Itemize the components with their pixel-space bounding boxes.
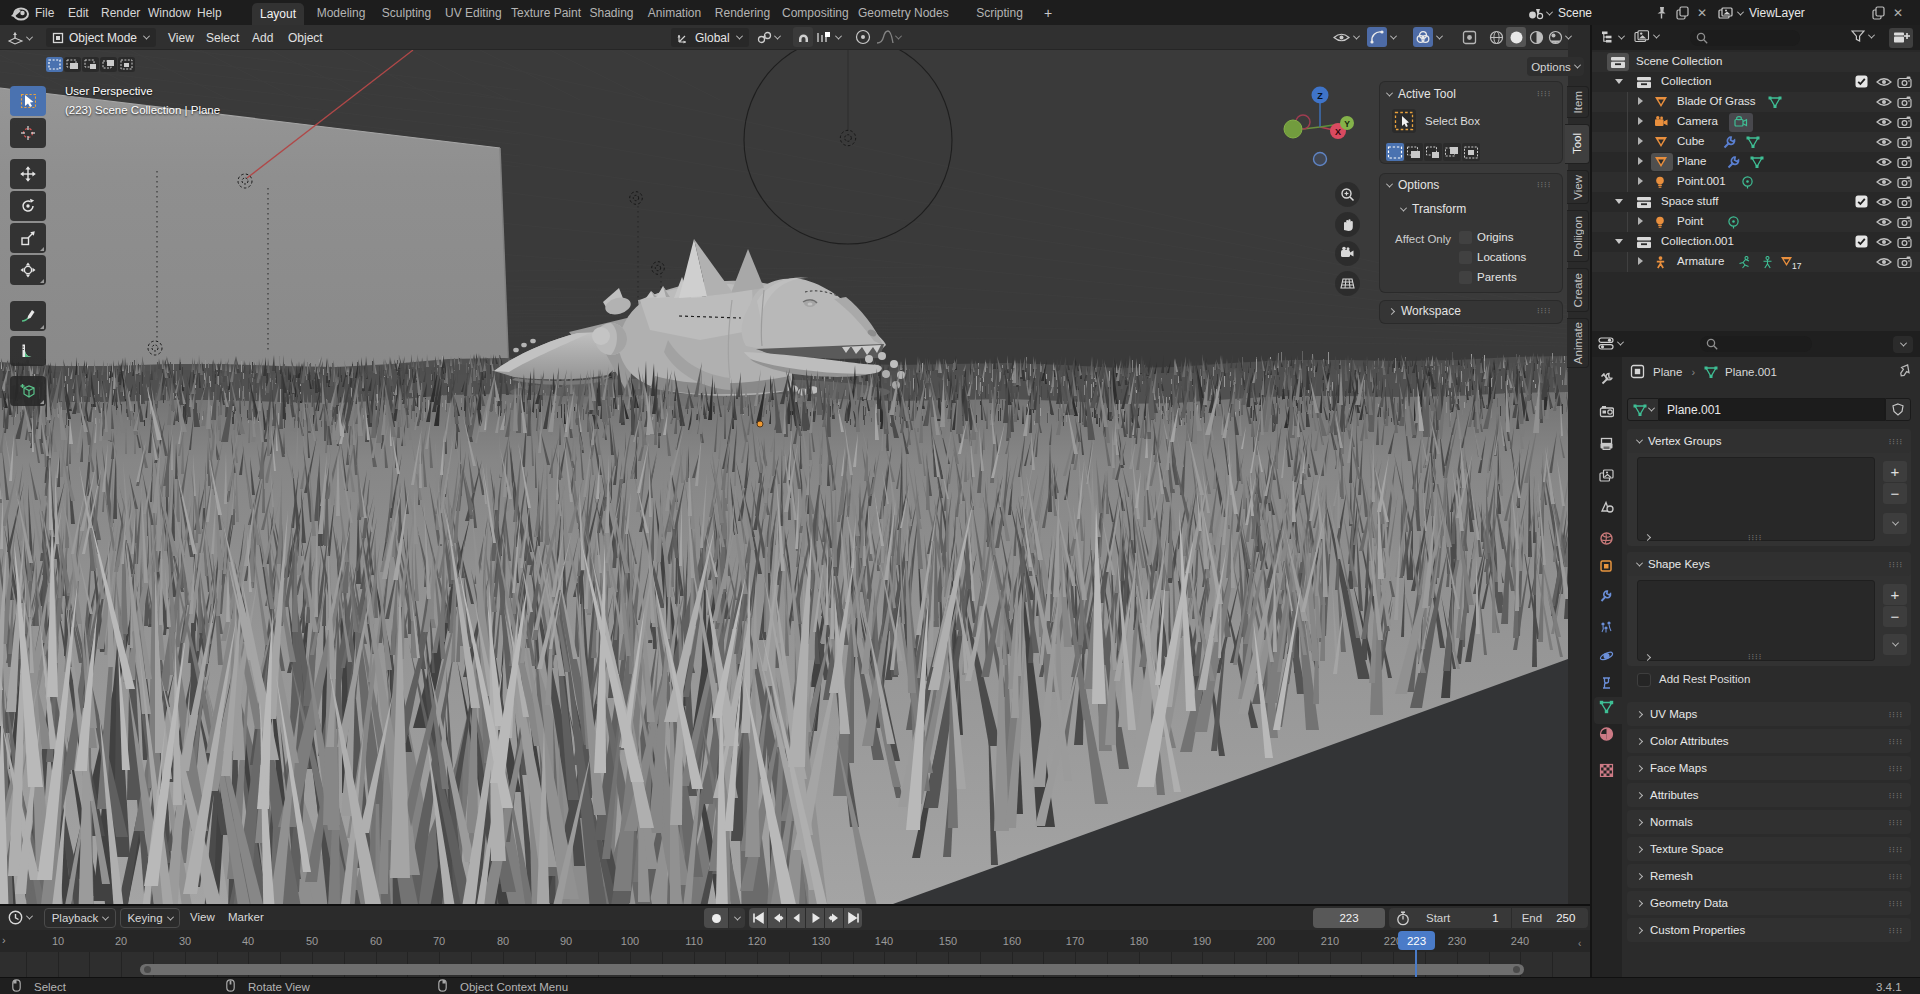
svg-text:17: 17 <box>1792 261 1802 270</box>
svg-text:Y: Y <box>1344 119 1350 129</box>
svg-text:Z: Z <box>1317 91 1323 101</box>
svg-text:X: X <box>1335 127 1341 137</box>
